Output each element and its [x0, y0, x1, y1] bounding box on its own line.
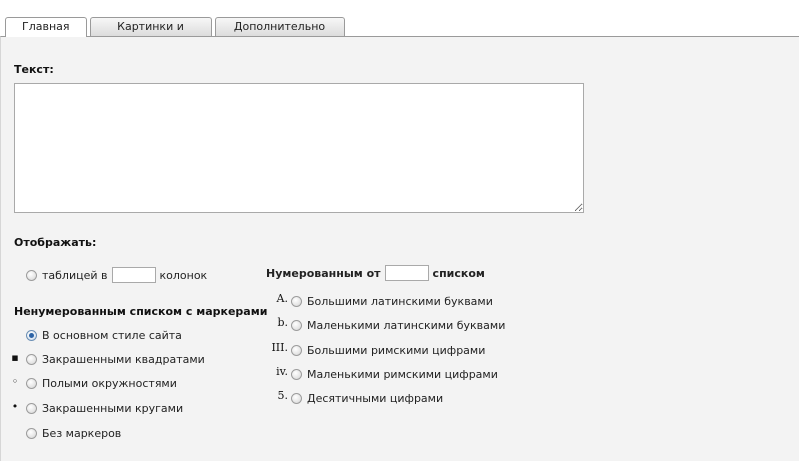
decimal-marker: 5. — [277, 389, 289, 402]
ordered-option-decimal: Десятичными цифрами — [291, 390, 443, 406]
unordered-option-label: В основном стиле сайта — [42, 328, 182, 342]
unordered-radio-hollow-circles[interactable] — [26, 377, 37, 389]
unordered-option-site-style: В основном стиле сайта — [26, 327, 182, 343]
ordered-option-label: Десятичными цифрами — [307, 391, 444, 405]
unordered-radio-site-style[interactable] — [26, 329, 37, 341]
lower-latin-marker: b. — [277, 316, 288, 329]
tab-bar: Главная Картинки и файлы Дополнительно — [5, 17, 348, 51]
ordered-option-lower-roman: Маленькими римскими цифрами — [291, 366, 498, 382]
ordered-option-label: Большими римскими цифрами — [307, 343, 486, 357]
unordered-label: Ненумерованным списком с маркерами — [14, 305, 268, 318]
unordered-radio-squares[interactable] — [26, 353, 37, 365]
lower-roman-marker: iv. — [276, 365, 288, 378]
ordered-radio-lower-latin[interactable] — [291, 319, 302, 331]
ordered-option-label: Маленькими латинскими буквами — [307, 318, 506, 332]
unordered-radio-filled-circles[interactable] — [26, 402, 37, 414]
unordered-option-label: Без маркеров — [42, 426, 122, 440]
hollow-circle-marker-icon: ◦ — [11, 375, 19, 388]
table-suffix-label: колонок — [159, 268, 208, 282]
ordered-suffix-label: списком — [432, 266, 485, 280]
unordered-radio-no-markers[interactable] — [26, 427, 37, 439]
ordered-option-label: Маленькими римскими цифрами — [307, 367, 498, 381]
unordered-option-label: Закрашенными квадратами — [42, 352, 205, 366]
text-label: Текст: — [14, 63, 54, 76]
columns-input[interactable] — [111, 267, 156, 283]
display-label: Отображать: — [14, 236, 97, 249]
ordered-radio-upper-roman[interactable] — [291, 344, 302, 356]
unordered-option-no-markers: Без маркеров — [26, 425, 121, 441]
upper-roman-marker: III. — [271, 341, 288, 354]
table-radio[interactable] — [26, 269, 37, 281]
ordered-option-lower-latin: Маленькими латинскими буквами — [291, 317, 505, 333]
text-area[interactable] — [14, 83, 584, 213]
filled-square-marker-icon: ▪ — [11, 351, 19, 364]
unordered-option-filled-circles: Закрашенными кругами — [26, 400, 183, 416]
table-option-row: таблицей в колонок — [26, 267, 207, 283]
tab-images-files[interactable]: Картинки и файлы — [89, 17, 212, 51]
tab-additional[interactable]: Дополнительно — [214, 17, 345, 36]
filled-circle-marker-icon: • — [11, 400, 19, 413]
ordered-radio-lower-roman[interactable] — [291, 368, 302, 380]
ordered-radio-upper-latin[interactable] — [291, 295, 302, 307]
upper-latin-marker: A. — [276, 292, 288, 305]
ordered-start-input[interactable] — [384, 265, 429, 281]
ordered-option-upper-latin: Большими латинскими буквами — [291, 293, 493, 309]
ordered-prefix-label: Нумерованным от — [266, 266, 381, 280]
table-prefix-label: таблицей в — [42, 268, 108, 282]
unordered-option-hollow-circles: Полыми окружностями — [26, 375, 177, 391]
unordered-option-squares: Закрашенными квадратами — [26, 351, 205, 367]
ordered-header-row: Нумерованным от списком — [266, 265, 485, 281]
ordered-radio-decimal[interactable] — [291, 392, 302, 404]
unordered-option-label: Закрашенными кругами — [42, 401, 184, 415]
unordered-option-label: Полыми окружностями — [42, 376, 177, 390]
tab-main[interactable]: Главная — [5, 17, 87, 37]
ordered-option-label: Большими латинскими буквами — [307, 294, 493, 308]
ordered-option-upper-roman: Большими римскими цифрами — [291, 342, 485, 358]
